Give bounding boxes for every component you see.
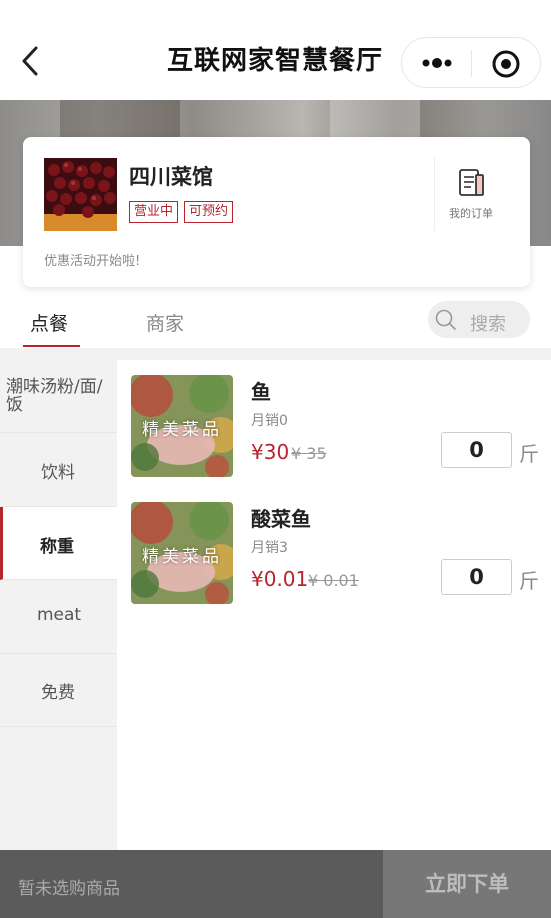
category-label: 潮味汤粉/面/饭	[6, 377, 103, 415]
product-list: 精美菜品 鱼 月销0 ¥30 ¥ 35 0 斤 精美菜品 酸菜鱼 月销3 ¥0.…	[117, 360, 551, 850]
active-tab-indicator	[23, 345, 80, 347]
page-title: 互联网家智慧餐厅	[166, 46, 383, 76]
category-item-active[interactable]: 称重	[0, 507, 117, 580]
category-item[interactable]: meat	[0, 580, 117, 654]
shop-badges: 营业中 可预约	[129, 201, 234, 223]
category-label: 饮料	[41, 463, 75, 483]
shop-logo	[44, 158, 117, 231]
chevron-left-icon[interactable]	[16, 44, 46, 78]
navigation-bar: 互联网家智慧餐厅	[0, 0, 551, 100]
image-caption: 精美菜品	[142, 420, 222, 440]
quantity-input[interactable]: 0	[441, 432, 512, 468]
image-caption: 精美菜品	[142, 547, 222, 567]
category-item[interactable]: 潮味汤粉/面/饭	[0, 360, 117, 433]
capsule-menu	[401, 37, 541, 88]
card-divider	[434, 157, 435, 231]
tab-merchant[interactable]: 商家	[146, 309, 184, 336]
page: 互联网家智慧餐厅 四川菜馆 营业中 可预约 我的订单 优惠活动开始啦! 点餐 商…	[0, 0, 551, 918]
product-image[interactable]: 精美菜品	[131, 502, 233, 604]
category-item[interactable]: 饮料	[0, 433, 117, 507]
my-orders-label: 我的订单	[449, 207, 493, 220]
quantity-input[interactable]: 0	[441, 559, 512, 595]
search-icon	[435, 309, 456, 330]
cart-bar: 暂未选购商品 立即下单	[0, 850, 551, 918]
section-gap	[0, 348, 551, 360]
category-label: 称重	[40, 537, 74, 557]
search-placeholder: 搜索	[470, 314, 506, 335]
reservation-badge: 可预约	[184, 201, 234, 223]
product-image[interactable]: 精美菜品	[131, 375, 233, 477]
tab-order[interactable]: 点餐	[30, 309, 68, 336]
monthly-sales: 月销3	[251, 540, 288, 556]
category-item[interactable]: 免费	[0, 654, 117, 727]
original-price: ¥ 35	[291, 444, 327, 463]
unit-label: 斤	[519, 569, 539, 593]
category-label: 免费	[41, 683, 75, 703]
cart-empty-text: 暂未选购商品	[18, 879, 120, 899]
product-name: 酸菜鱼	[251, 507, 311, 531]
target-icon[interactable]	[490, 48, 522, 80]
product-price: ¥30	[251, 440, 290, 464]
original-price: ¥ 0.01	[308, 571, 359, 590]
more-dots-icon[interactable]	[420, 50, 456, 76]
tab-bar: 点餐 商家 搜索	[0, 298, 551, 348]
product-name: 鱼	[251, 380, 271, 404]
product-price: ¥0.01	[251, 567, 309, 591]
monthly-sales: 月销0	[251, 413, 288, 429]
category-sidebar: 潮味汤粉/面/饭 饮料 称重 meat 免费	[0, 360, 117, 850]
submit-order-button[interactable]: 立即下单	[383, 850, 551, 918]
search-input[interactable]: 搜索	[428, 301, 530, 338]
category-label: meat	[37, 605, 82, 625]
status-badge: 营业中	[129, 201, 179, 223]
unit-label: 斤	[519, 442, 539, 466]
capsule-divider	[471, 50, 472, 77]
promo-text: 优惠活动开始啦!	[44, 254, 141, 269]
product-item: 精美菜品 鱼 月销0 ¥30 ¥ 35 0 斤	[117, 360, 551, 477]
product-item: 精美菜品 酸菜鱼 月销3 ¥0.01 ¥ 0.01 0 斤	[117, 487, 551, 604]
my-orders-button[interactable]: 我的订单	[441, 167, 501, 221]
shop-name: 四川菜馆	[129, 165, 213, 189]
document-icon	[459, 169, 484, 196]
shop-info-card: 四川菜馆 营业中 可预约 我的订单 优惠活动开始啦!	[23, 137, 530, 287]
